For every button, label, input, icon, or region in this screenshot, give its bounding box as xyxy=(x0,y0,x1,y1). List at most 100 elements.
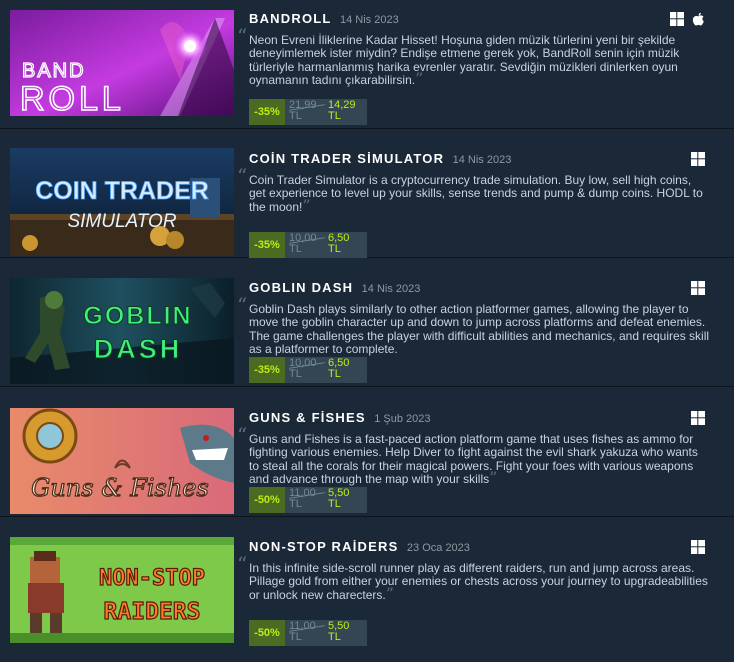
description-text: Guns and Fishes is a fast-paced action p… xyxy=(249,432,698,487)
price-values: 10,00 TL 6,50 TL xyxy=(285,232,367,258)
original-price-currency: TL xyxy=(289,368,302,380)
original-price-currency: TL xyxy=(289,498,302,510)
original-price: 21,99 TL xyxy=(289,100,327,122)
quote-close: ” xyxy=(489,468,498,488)
original-price: 11,00 TL xyxy=(289,621,327,643)
final-price-currency: TL xyxy=(328,368,341,380)
description-text: Coin Trader Simulator is a cryptocurrenc… xyxy=(249,173,703,214)
apple-icon xyxy=(692,12,705,32)
capsule-text-goblin: GOBLIN xyxy=(83,302,192,330)
original-price: 10,00 TL xyxy=(289,233,327,255)
release-date: 14 Nis 2023 xyxy=(340,14,399,26)
capsule-image-guns-fishes[interactable]: Guns & Fishes xyxy=(10,408,234,514)
capsule-image-bandroll[interactable]: BAND ROLL xyxy=(10,10,234,116)
game-row-bandroll[interactable]: BAND ROLL BANDROLL 14 Nis 2023 “Neon Evr… xyxy=(0,0,734,129)
capsule-text-simulator: SIMULATOR xyxy=(67,211,176,232)
final-price-currency: TL xyxy=(328,498,341,510)
final-price-currency: TL xyxy=(328,110,341,122)
final-price: 6,50 TL xyxy=(328,358,366,380)
final-price-currency: TL xyxy=(328,631,341,643)
game-title[interactable]: NON-STOP RAİDERS xyxy=(249,539,398,554)
game-list: BAND ROLL BANDROLL 14 Nis 2023 “Neon Evr… xyxy=(0,0,734,662)
original-price: 10,00 TL xyxy=(289,358,327,380)
game-info: GOBLIN DASH 14 Nis 2023 “Goblin Dash pla… xyxy=(237,279,719,389)
release-date: 14 Nis 2023 xyxy=(452,154,512,166)
price-values: 11,00 TL 5,50 TL xyxy=(285,620,367,646)
quote-close: ” xyxy=(415,69,424,89)
capsule-text-raiders: RAIDERS xyxy=(104,599,201,625)
quote-open: “ xyxy=(237,552,248,576)
platform-icons xyxy=(687,152,705,168)
game-description: “Goblin Dash plays similarly to other ac… xyxy=(237,295,711,357)
game-info: NON-STOP RAİDERS 23 Oca 2023 “In this in… xyxy=(237,538,719,648)
quote-open: “ xyxy=(237,293,248,317)
game-row-goblin-dash[interactable]: GOBLIN DASH GOBLIN DASH 14 Nis 2023 “Gob… xyxy=(0,258,734,387)
game-title[interactable]: COİN TRADER SİMULATOR xyxy=(249,151,444,166)
final-price: 5,50 TL xyxy=(328,621,366,643)
platform-icons xyxy=(666,12,705,28)
price-block[interactable]: -35% 10,00 TL 6,50 TL xyxy=(249,357,367,383)
original-price-currency: TL xyxy=(289,631,302,643)
game-title[interactable]: GOBLIN DASH xyxy=(249,280,353,295)
windows-icon xyxy=(669,12,684,31)
windows-icon xyxy=(691,540,705,559)
quote-open: “ xyxy=(237,24,248,48)
discount-badge: -50% xyxy=(249,620,285,646)
capsule-image-goblin-dash[interactable]: GOBLIN DASH xyxy=(10,278,234,384)
final-price: 6,50 TL xyxy=(328,233,366,255)
discount-badge: -35% xyxy=(249,232,285,258)
discount-badge: -35% xyxy=(249,357,285,383)
capsule-image-non-stop-raiders[interactable]: NON-STOP RAIDERS xyxy=(10,537,234,643)
game-title[interactable]: GUNS & FİSHES xyxy=(249,410,366,425)
capsule-text-guns-fishes: Guns & Fishes xyxy=(31,474,209,502)
price-values: 11,00 TL 5,50 TL xyxy=(285,487,367,513)
game-row-guns-fishes[interactable]: Guns & Fishes GUNS & FİSHES 1 Şub 2023 “… xyxy=(0,388,734,517)
game-info: BANDROLL 14 Nis 2023 “Neon Evreni İlikle… xyxy=(237,10,719,125)
game-row-coin-trader[interactable]: COIN TRADER SIMULATOR COİN TRADER SİMULA… xyxy=(0,129,734,258)
capsule-text-non-stop: NON-STOP xyxy=(99,566,205,591)
release-date: 14 Nis 2023 xyxy=(361,283,421,295)
capsule-text-dash: DASH xyxy=(94,334,183,364)
game-description: “Neon Evreni İliklerine Kadar Hisset! Ho… xyxy=(237,26,711,89)
release-date: 23 Oca 2023 xyxy=(406,542,470,554)
price-values: 21,99 TL 14,29 TL xyxy=(285,99,367,125)
capsule-text-coin-trader: COIN TRADER xyxy=(35,177,209,205)
windows-icon xyxy=(691,152,705,171)
platform-icons xyxy=(687,540,705,556)
description-text: Neon Evreni İliklerine Kadar Hisset! Hoş… xyxy=(249,33,680,88)
original-price-currency: TL xyxy=(289,110,302,122)
game-description: “In this infinite side-scroll runner pla… xyxy=(237,554,711,603)
platform-icons xyxy=(687,411,705,427)
price-block[interactable]: -50% 11,00 TL 5,50 TL xyxy=(249,620,367,646)
description-text: Goblin Dash plays similarly to other act… xyxy=(249,302,710,357)
discount-badge: -50% xyxy=(249,487,285,513)
platform-icons xyxy=(687,281,705,297)
windows-icon xyxy=(691,281,705,300)
price-values: 10,00 TL 6,50 TL xyxy=(285,357,367,383)
final-price: 5,50 TL xyxy=(328,488,366,510)
price-block[interactable]: -35% 10,00 TL 6,50 TL xyxy=(249,232,367,258)
original-price-currency: TL xyxy=(289,243,302,255)
discount-badge: -35% xyxy=(249,99,285,125)
game-description: “Coin Trader Simulator is a cryptocurren… xyxy=(237,166,711,215)
price-block[interactable]: -35% 21,99 TL 14,29 TL xyxy=(249,99,367,125)
final-price-currency: TL xyxy=(328,243,341,255)
game-row-non-stop-raiders[interactable]: NON-STOP RAIDERS NON-STOP RAİDERS 23 Oca… xyxy=(0,517,734,662)
capsule-text-roll: ROLL xyxy=(20,80,125,116)
quote-close: ” xyxy=(385,583,394,603)
game-description: “Guns and Fishes is a fast-paced action … xyxy=(237,425,711,488)
game-info: COİN TRADER SİMULATOR 14 Nis 2023 “Coin … xyxy=(237,150,719,260)
quote-open: “ xyxy=(237,164,248,188)
quote-close: ” xyxy=(302,195,311,215)
game-info: GUNS & FİSHES 1 Şub 2023 “Guns and Fishe… xyxy=(237,409,719,519)
description-text: In this infinite side-scroll runner play… xyxy=(249,561,708,602)
release-date: 1 Şub 2023 xyxy=(374,413,431,425)
original-price: 11,00 TL xyxy=(289,488,327,510)
capsule-text-band: BAND xyxy=(22,60,86,82)
final-price: 14,29 TL xyxy=(328,100,366,122)
capsule-image-coin-trader[interactable]: COIN TRADER SIMULATOR xyxy=(10,148,234,256)
windows-icon xyxy=(691,411,705,430)
quote-open: “ xyxy=(237,423,248,447)
game-title[interactable]: BANDROLL xyxy=(249,11,332,26)
price-block[interactable]: -50% 11,00 TL 5,50 TL xyxy=(249,487,367,513)
